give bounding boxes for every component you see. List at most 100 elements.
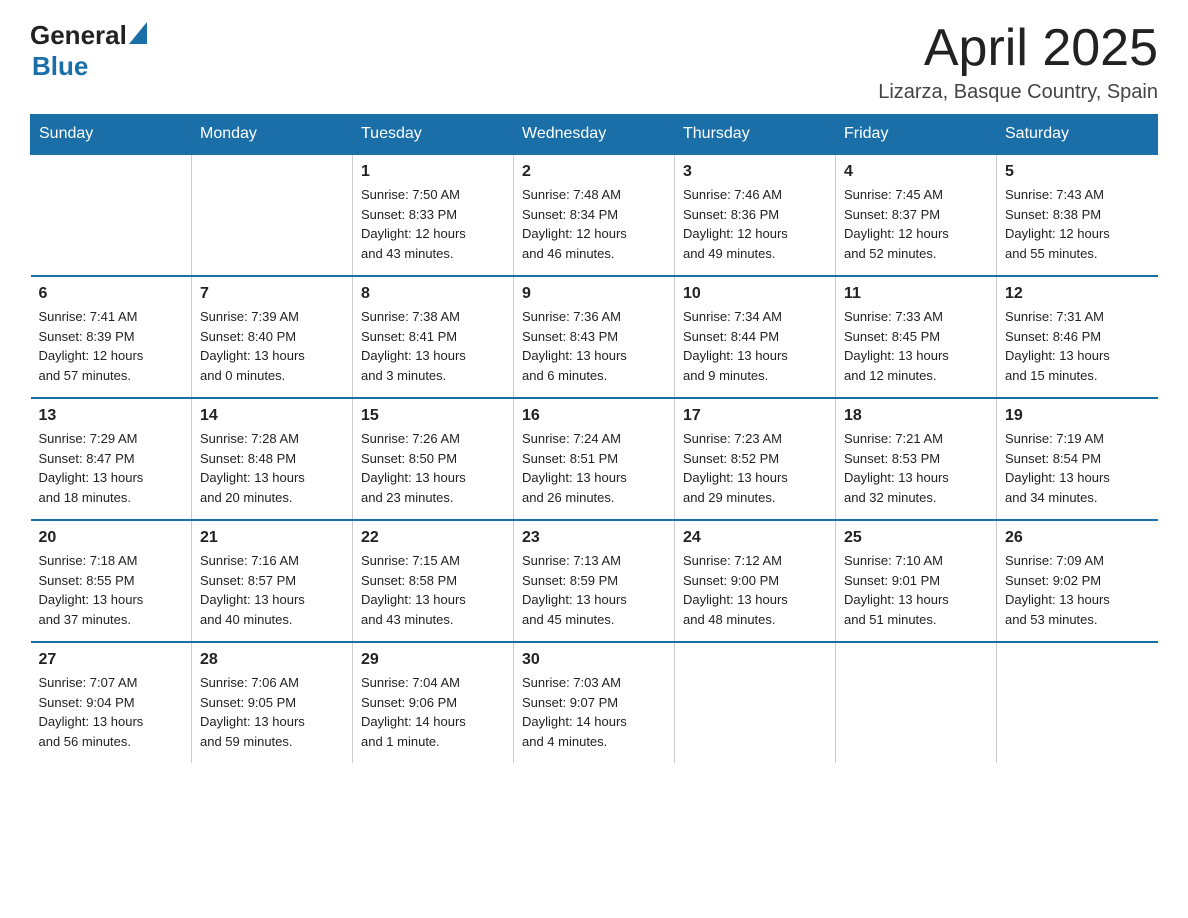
calendar-day-cell: 21 Sunrise: 7:16 AMSunset: 8:57 PMDayligh… <box>192 520 353 642</box>
calendar-day-cell: 27 Sunrise: 7:07 AMSunset: 9:04 PMDayligh… <box>31 642 192 763</box>
day-info: Sunrise: 7:07 AMSunset: 9:04 PMDaylight:… <box>39 673 184 751</box>
day-number: 11 <box>844 285 988 303</box>
day-info: Sunrise: 7:33 AMSunset: 8:45 PMDaylight:… <box>844 307 988 385</box>
calendar-header-cell: Thursday <box>675 115 836 155</box>
calendar-header-cell: Monday <box>192 115 353 155</box>
day-number: 5 <box>1005 163 1150 181</box>
calendar-day-cell <box>31 154 192 276</box>
calendar-day-cell: 1Sunrise: 7:50 AMSunset: 8:33 PMDaylight… <box>353 154 514 276</box>
day-info: Sunrise: 7:48 AMSunset: 8:34 PMDaylight:… <box>522 185 666 263</box>
day-info: Sunrise: 7:31 AMSunset: 8:46 PMDaylight:… <box>1005 307 1150 385</box>
calendar-header-cell: Saturday <box>997 115 1158 155</box>
logo-general-text: General <box>30 20 127 51</box>
day-number: 14 <box>200 407 344 425</box>
calendar-day-cell: 12 Sunrise: 7:31 AMSunset: 8:46 PMDayligh… <box>997 276 1158 398</box>
calendar-day-cell: 30 Sunrise: 7:03 AMSunset: 9:07 PMDayligh… <box>514 642 675 763</box>
day-info: Sunrise: 7:16 AMSunset: 8:57 PMDaylight:… <box>200 551 344 629</box>
day-number: 27 <box>39 651 184 669</box>
calendar-day-cell: 16Sunrise: 7:24 AMSunset: 8:51 PMDayligh… <box>514 398 675 520</box>
calendar-day-cell: 2 Sunrise: 7:48 AMSunset: 8:34 PMDaylight… <box>514 154 675 276</box>
day-number: 1 <box>361 163 505 181</box>
calendar-header-cell: Friday <box>836 115 997 155</box>
calendar-header-row: SundayMondayTuesdayWednesdayThursdayFrid… <box>31 115 1158 155</box>
page-subtitle: Lizarza, Basque Country, Spain <box>878 81 1158 104</box>
day-info: Sunrise: 7:03 AMSunset: 9:07 PMDaylight:… <box>522 673 666 751</box>
calendar-day-cell: 5Sunrise: 7:43 AMSunset: 8:38 PMDaylight… <box>997 154 1158 276</box>
calendar-day-cell: 3 Sunrise: 7:46 AMSunset: 8:36 PMDaylight… <box>675 154 836 276</box>
day-info: Sunrise: 7:39 AMSunset: 8:40 PMDaylight:… <box>200 307 344 385</box>
calendar-week-row: 13 Sunrise: 7:29 AMSunset: 8:47 PMDayligh… <box>31 398 1158 520</box>
day-info: Sunrise: 7:18 AMSunset: 8:55 PMDaylight:… <box>39 551 184 629</box>
calendar-day-cell: 4Sunrise: 7:45 AMSunset: 8:37 PMDaylight… <box>836 154 997 276</box>
day-info: Sunrise: 7:28 AMSunset: 8:48 PMDaylight:… <box>200 429 344 507</box>
calendar-header-cell: Sunday <box>31 115 192 155</box>
calendar-day-cell: 13 Sunrise: 7:29 AMSunset: 8:47 PMDayligh… <box>31 398 192 520</box>
calendar-day-cell <box>192 154 353 276</box>
day-info: Sunrise: 7:29 AMSunset: 8:47 PMDaylight:… <box>39 429 184 507</box>
day-number: 22 <box>361 529 505 547</box>
day-info: Sunrise: 7:46 AMSunset: 8:36 PMDaylight:… <box>683 185 827 263</box>
day-number: 20 <box>39 529 184 547</box>
calendar-day-cell: 19 Sunrise: 7:19 AMSunset: 8:54 PMDayligh… <box>997 398 1158 520</box>
calendar-day-cell: 29Sunrise: 7:04 AMSunset: 9:06 PMDayligh… <box>353 642 514 763</box>
day-number: 18 <box>844 407 988 425</box>
calendar-day-cell: 24 Sunrise: 7:12 AMSunset: 9:00 PMDayligh… <box>675 520 836 642</box>
day-number: 26 <box>1005 529 1150 547</box>
calendar-day-cell: 6 Sunrise: 7:41 AMSunset: 8:39 PMDaylight… <box>31 276 192 398</box>
day-info: Sunrise: 7:26 AMSunset: 8:50 PMDaylight:… <box>361 429 505 507</box>
day-info: Sunrise: 7:19 AMSunset: 8:54 PMDaylight:… <box>1005 429 1150 507</box>
day-number: 24 <box>683 529 827 547</box>
calendar-day-cell <box>997 642 1158 763</box>
day-info: Sunrise: 7:34 AMSunset: 8:44 PMDaylight:… <box>683 307 827 385</box>
day-info: Sunrise: 7:23 AMSunset: 8:52 PMDaylight:… <box>683 429 827 507</box>
day-info: Sunrise: 7:13 AMSunset: 8:59 PMDaylight:… <box>522 551 666 629</box>
day-number: 28 <box>200 651 344 669</box>
calendar-header-cell: Tuesday <box>353 115 514 155</box>
day-number: 2 <box>522 163 666 181</box>
calendar-day-cell: 23Sunrise: 7:13 AMSunset: 8:59 PMDayligh… <box>514 520 675 642</box>
calendar-day-cell <box>675 642 836 763</box>
calendar-day-cell: 25Sunrise: 7:10 AMSunset: 9:01 PMDayligh… <box>836 520 997 642</box>
calendar-day-cell: 8Sunrise: 7:38 AMSunset: 8:41 PMDaylight… <box>353 276 514 398</box>
day-number: 19 <box>1005 407 1150 425</box>
calendar-table: SundayMondayTuesdayWednesdayThursdayFrid… <box>30 114 1158 763</box>
calendar-day-cell: 18 Sunrise: 7:21 AMSunset: 8:53 PMDayligh… <box>836 398 997 520</box>
day-number: 3 <box>683 163 827 181</box>
title-block: April 2025 Lizarza, Basque Country, Spai… <box>878 20 1158 104</box>
calendar-day-cell <box>836 642 997 763</box>
calendar-day-cell: 14 Sunrise: 7:28 AMSunset: 8:48 PMDayligh… <box>192 398 353 520</box>
calendar-day-cell: 7 Sunrise: 7:39 AMSunset: 8:40 PMDaylight… <box>192 276 353 398</box>
day-number: 13 <box>39 407 184 425</box>
day-number: 15 <box>361 407 505 425</box>
day-number: 16 <box>522 407 666 425</box>
day-number: 25 <box>844 529 988 547</box>
calendar-week-row: 20 Sunrise: 7:18 AMSunset: 8:55 PMDayligh… <box>31 520 1158 642</box>
calendar-day-cell: 15 Sunrise: 7:26 AMSunset: 8:50 PMDayligh… <box>353 398 514 520</box>
day-info: Sunrise: 7:09 AMSunset: 9:02 PMDaylight:… <box>1005 551 1150 629</box>
day-number: 7 <box>200 285 344 303</box>
day-number: 6 <box>39 285 184 303</box>
day-info: Sunrise: 7:21 AMSunset: 8:53 PMDaylight:… <box>844 429 988 507</box>
logo-blue-text: Blue <box>32 51 88 82</box>
day-number: 30 <box>522 651 666 669</box>
calendar-header: SundayMondayTuesdayWednesdayThursdayFrid… <box>31 115 1158 155</box>
calendar-week-row: 6 Sunrise: 7:41 AMSunset: 8:39 PMDaylight… <box>31 276 1158 398</box>
day-number: 9 <box>522 285 666 303</box>
calendar-week-row: 1Sunrise: 7:50 AMSunset: 8:33 PMDaylight… <box>31 154 1158 276</box>
calendar-day-cell: 17Sunrise: 7:23 AMSunset: 8:52 PMDayligh… <box>675 398 836 520</box>
day-info: Sunrise: 7:15 AMSunset: 8:58 PMDaylight:… <box>361 551 505 629</box>
logo: General Blue <box>30 20 147 82</box>
calendar-day-cell: 11 Sunrise: 7:33 AMSunset: 8:45 PMDayligh… <box>836 276 997 398</box>
logo-triangle-icon <box>129 22 147 49</box>
calendar-day-cell: 20 Sunrise: 7:18 AMSunset: 8:55 PMDayligh… <box>31 520 192 642</box>
day-info: Sunrise: 7:45 AMSunset: 8:37 PMDaylight:… <box>844 185 988 263</box>
page-header: General Blue April 2025 Lizarza, Basque … <box>30 20 1158 104</box>
calendar-body: 1Sunrise: 7:50 AMSunset: 8:33 PMDaylight… <box>31 154 1158 763</box>
day-info: Sunrise: 7:41 AMSunset: 8:39 PMDaylight:… <box>39 307 184 385</box>
day-number: 12 <box>1005 285 1150 303</box>
day-number: 10 <box>683 285 827 303</box>
day-info: Sunrise: 7:12 AMSunset: 9:00 PMDaylight:… <box>683 551 827 629</box>
day-number: 21 <box>200 529 344 547</box>
day-number: 29 <box>361 651 505 669</box>
calendar-day-cell: 10 Sunrise: 7:34 AMSunset: 8:44 PMDayligh… <box>675 276 836 398</box>
